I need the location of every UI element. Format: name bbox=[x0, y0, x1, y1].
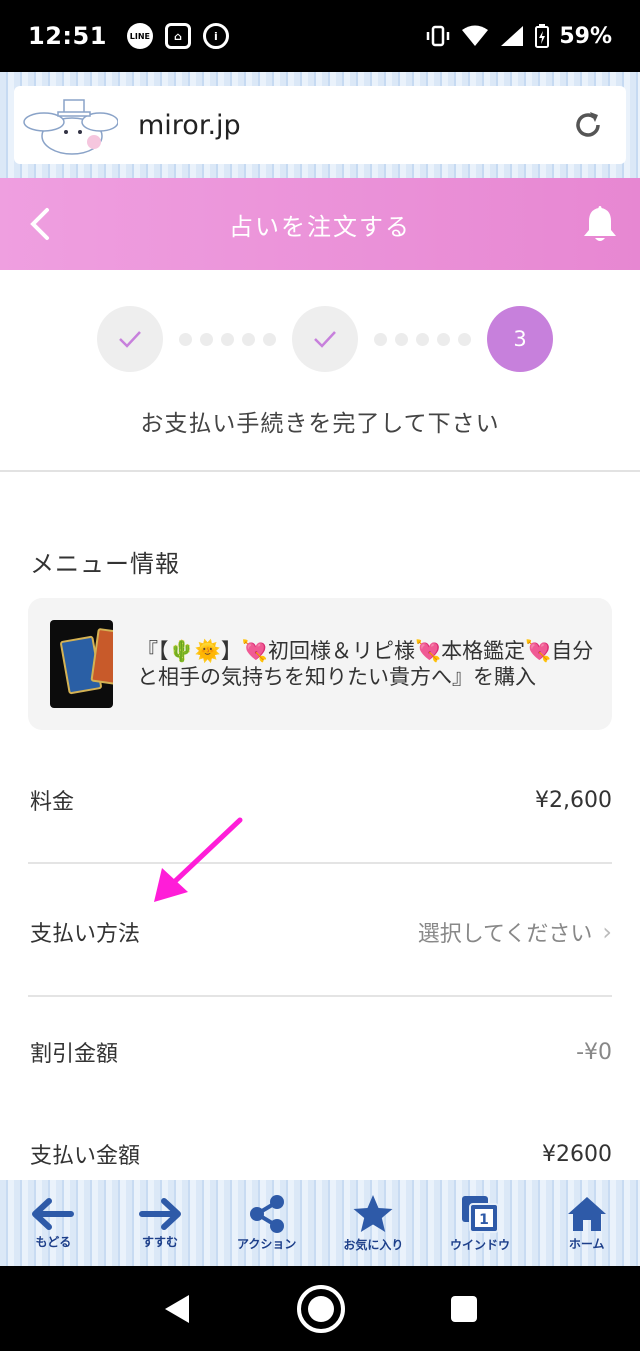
discount-value: -¥0 bbox=[576, 1039, 612, 1065]
share-icon bbox=[249, 1194, 284, 1233]
url-text: miror.jp bbox=[138, 109, 241, 141]
battery-icon bbox=[535, 24, 550, 48]
browser-toolbar: もどる すすむ アクション お気に入り 1 ウインドウ ホーム bbox=[0, 1180, 640, 1266]
address-bar[interactable]: miror.jp bbox=[14, 86, 626, 164]
step-2-complete bbox=[292, 306, 358, 372]
toolbar-forward-label: すすむ bbox=[142, 1234, 179, 1249]
status-time: 12:51 bbox=[28, 22, 107, 50]
window-count: 1 bbox=[479, 1212, 489, 1228]
system-nav-bar bbox=[0, 1266, 640, 1351]
discount-label: 割引金額 bbox=[30, 1042, 119, 1067]
chevron-right-icon: › bbox=[602, 918, 612, 946]
page-title: 占いを注文する bbox=[229, 212, 411, 241]
total-row: 支払い金額 ¥2600 bbox=[30, 1138, 612, 1170]
order-progress-steps: 3 お支払い手続きを完了して下さい bbox=[0, 270, 640, 472]
window-icon: 1 bbox=[462, 1195, 500, 1233]
toolbar-back-button[interactable]: もどる bbox=[0, 1180, 107, 1266]
nav-back-icon[interactable] bbox=[162, 1292, 192, 1326]
arrow-right-icon bbox=[139, 1197, 181, 1230]
wifi-icon bbox=[462, 25, 489, 46]
payment-method-label: 支払い方法 bbox=[30, 922, 141, 947]
price-label: 料金 bbox=[30, 790, 75, 815]
toolbar-window-label: ウインドウ bbox=[450, 1237, 511, 1252]
toolbar-favorites-label: お気に入り bbox=[343, 1237, 404, 1252]
total-value: ¥2600 bbox=[542, 1141, 612, 1167]
payment-method-row[interactable]: 支払い方法 選択してください › bbox=[30, 916, 612, 948]
payment-method-value: 選択してください bbox=[417, 922, 593, 947]
notifications-button[interactable] bbox=[560, 178, 640, 270]
menu-info-heading: メニュー情報 bbox=[30, 550, 180, 578]
menu-item-card[interactable]: 『【🌵🌞】💘初回様＆リピ様💘本格鑑定💘自分と相手の気持ちを知りたい貴方へ』を購入 bbox=[28, 598, 612, 730]
divider bbox=[28, 995, 612, 997]
nav-home-icon[interactable] bbox=[295, 1283, 347, 1335]
discount-row: 割引金額 -¥0 bbox=[30, 1036, 612, 1068]
steps-caption: お支払い手続きを完了して下さい bbox=[140, 411, 500, 437]
toolbar-forward-button[interactable]: すすむ bbox=[107, 1180, 214, 1266]
total-label: 支払い金額 bbox=[30, 1144, 141, 1169]
check-icon bbox=[314, 331, 336, 348]
step-1-complete bbox=[97, 306, 163, 372]
tarot-thumbnail bbox=[50, 620, 114, 708]
annotation-arrow bbox=[154, 817, 243, 902]
toolbar-action-button[interactable]: アクション bbox=[213, 1180, 320, 1266]
price-value: ¥2,600 bbox=[535, 787, 612, 813]
menu-item-text: 『【🌵🌞】💘初回様＆リピ様💘本格鑑定💘自分と相手の気持ちを知りたい貴方へ』を購入 bbox=[137, 639, 594, 689]
arrow-left-icon bbox=[32, 1197, 75, 1230]
reload-icon[interactable] bbox=[570, 107, 606, 143]
battery-percent: 59% bbox=[559, 23, 612, 49]
nav-recents-icon[interactable] bbox=[450, 1295, 478, 1323]
vibrate-icon bbox=[427, 25, 450, 47]
step-connector bbox=[179, 332, 276, 346]
toolbar-home-label: ホーム bbox=[568, 1236, 605, 1251]
star-icon bbox=[353, 1194, 393, 1232]
chevron-left-icon bbox=[30, 208, 49, 240]
toolbar-back-label: もどる bbox=[35, 1234, 72, 1249]
step-3-current: 3 bbox=[487, 306, 553, 372]
status-bar: 12:51 LINE ⌂ i 59% bbox=[0, 0, 640, 72]
toolbar-favorites-button[interactable]: お気に入り bbox=[320, 1180, 427, 1266]
app-header: 占いを注文する bbox=[0, 178, 640, 270]
info-icon: i bbox=[202, 23, 229, 49]
bell-icon bbox=[584, 206, 616, 241]
site-mascot-icon bbox=[22, 92, 119, 158]
toolbar-window-button[interactable]: 1 ウインドウ bbox=[427, 1180, 534, 1266]
line-app-icon: LINE bbox=[126, 23, 153, 49]
divider bbox=[28, 862, 612, 864]
signal-icon bbox=[501, 26, 524, 46]
check-icon bbox=[119, 331, 141, 348]
toolbar-action-label: アクション bbox=[236, 1236, 297, 1251]
price-row: 料金 ¥2,600 bbox=[30, 784, 612, 816]
notification-icon: ⌂ bbox=[164, 23, 191, 49]
toolbar-home-button[interactable]: ホーム bbox=[533, 1180, 640, 1266]
home-icon bbox=[567, 1196, 606, 1231]
back-button[interactable] bbox=[0, 178, 80, 270]
step-connector bbox=[374, 332, 471, 346]
browser-bar: miror.jp bbox=[0, 72, 640, 178]
